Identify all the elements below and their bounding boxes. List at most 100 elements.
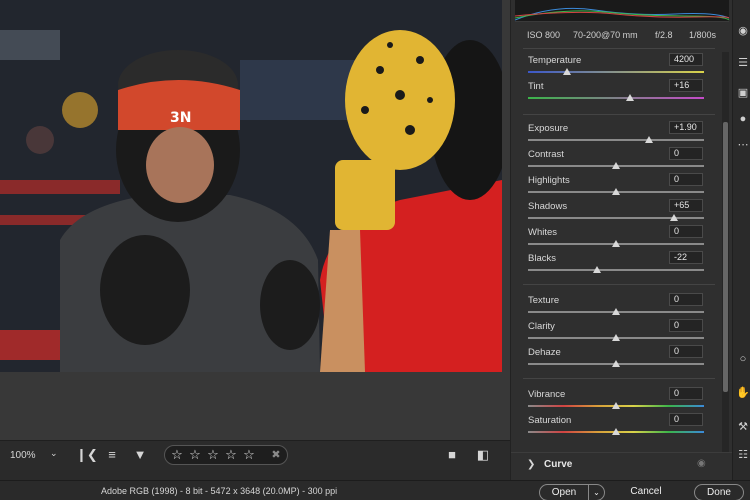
slider-thumb[interactable]: [612, 360, 620, 367]
slider-track[interactable]: [528, 266, 704, 273]
star-icon[interactable]: ☆: [187, 447, 203, 463]
slider-value-input[interactable]: 0: [669, 147, 703, 160]
chevron-right-icon: ❯: [527, 459, 536, 470]
slider-value-input[interactable]: 0: [669, 225, 703, 238]
slider-track[interactable]: [528, 428, 704, 435]
single-view-icon[interactable]: ■: [443, 446, 461, 464]
slider-label: Exposure: [528, 123, 569, 134]
slider-thumb[interactable]: [645, 136, 654, 143]
shutter-value: 1/800s: [689, 30, 717, 40]
list-icon[interactable]: ☰: [736, 56, 750, 70]
slider-thumb[interactable]: [612, 334, 620, 341]
slider-texture[interactable]: Texture 0: [511, 292, 721, 318]
star-icon[interactable]: ☆: [205, 447, 221, 463]
slider-thumb[interactable]: [562, 68, 571, 75]
slider-thumb[interactable]: [612, 162, 620, 169]
slider-track[interactable]: [528, 94, 704, 101]
svg-text:3N: 3N: [170, 110, 191, 126]
slider-value-input[interactable]: 0: [669, 173, 703, 186]
slider-vibrance[interactable]: Vibrance 0: [511, 386, 721, 412]
more-icon[interactable]: ⋯: [736, 138, 750, 152]
slider-whites[interactable]: Whites 0: [511, 224, 721, 250]
slider-label: Highlights: [528, 175, 570, 186]
slider-label: Blacks: [528, 253, 556, 264]
divider: [523, 48, 715, 49]
filmstrip-icon[interactable]: ❙❮: [76, 446, 98, 464]
slider-track[interactable]: [528, 240, 704, 247]
compare-view-icon[interactable]: ◧: [474, 446, 492, 464]
star-icon[interactable]: ☆: [223, 447, 239, 463]
slider-label: Saturation: [528, 415, 572, 426]
slider-track[interactable]: [528, 188, 704, 195]
slider-value-input[interactable]: +1.90: [669, 121, 703, 134]
star-icon[interactable]: ☆: [169, 447, 185, 463]
slider-track[interactable]: [528, 308, 704, 315]
slider-track[interactable]: [528, 136, 704, 143]
slider-value-input[interactable]: 0: [669, 413, 703, 426]
slider-thumb[interactable]: [626, 94, 635, 101]
slider-temperature[interactable]: Temperature 4200: [511, 52, 721, 78]
slider-value-input[interactable]: +16: [669, 79, 703, 92]
slider-value-input[interactable]: 0: [669, 293, 703, 306]
slider-track[interactable]: [528, 334, 704, 341]
image-icon[interactable]: ▣: [736, 86, 750, 100]
slider-saturation[interactable]: Saturation 0: [511, 412, 721, 438]
divider: [523, 114, 715, 115]
sort-icon[interactable]: ≡: [103, 446, 121, 464]
zoom-value: 100%: [10, 450, 36, 461]
tool-icon[interactable]: ⚒: [736, 420, 750, 434]
target-icon[interactable]: ◉: [736, 24, 750, 38]
curve-section-header[interactable]: ❯ Curve ◉: [511, 452, 733, 476]
curve-label: Curve: [544, 459, 573, 470]
slider-value-input[interactable]: -22: [669, 251, 703, 264]
slider-contrast[interactable]: Contrast 0: [511, 146, 721, 172]
filter-icon[interactable]: ▼: [131, 446, 149, 464]
star-icon[interactable]: ☆: [241, 447, 257, 463]
tool-strip: ◉ ☰ ▣ ● ⋯ ○ ✋ ⚒ ☷: [732, 0, 750, 480]
slider-track[interactable]: [528, 214, 704, 221]
slider-exposure[interactable]: Exposure +1.90: [511, 120, 721, 146]
slider-thumb[interactable]: [592, 266, 601, 273]
open-button[interactable]: Open: [539, 484, 589, 500]
slider-label: Dehaze: [528, 347, 561, 358]
slider-blacks[interactable]: Blacks -22: [511, 250, 721, 276]
slider-value-input[interactable]: 4200: [669, 53, 703, 66]
open-menu-button[interactable]: ⌄: [588, 484, 605, 500]
slider-label: Clarity: [528, 321, 555, 332]
scrollbar-thumb[interactable]: [723, 122, 728, 392]
slider-value-input[interactable]: 0: [669, 319, 703, 332]
preview-image[interactable]: 3N: [0, 0, 502, 372]
slider-clarity[interactable]: Clarity 0: [511, 318, 721, 344]
slider-thumb[interactable]: [612, 188, 620, 195]
histogram: [515, 0, 729, 22]
slider-value-input[interactable]: +65: [669, 199, 703, 212]
trash-icon[interactable]: ✖: [266, 448, 286, 462]
slider-track[interactable]: [528, 68, 704, 75]
slider-thumb[interactable]: [612, 308, 620, 315]
cancel-button[interactable]: Cancel: [621, 484, 671, 500]
zoom-select[interactable]: 100% ⌄: [4, 448, 60, 464]
slider-track[interactable]: [528, 402, 704, 409]
hand-icon[interactable]: ✋: [736, 386, 750, 400]
slider-shadows[interactable]: Shadows +65: [511, 198, 721, 224]
slider-value-input[interactable]: 0: [669, 387, 703, 400]
slider-dehaze[interactable]: Dehaze 0: [511, 344, 721, 370]
slider-thumb[interactable]: [670, 214, 679, 221]
slider-thumb[interactable]: [612, 428, 620, 435]
slider-thumb[interactable]: [612, 240, 620, 247]
workflow-options-link[interactable]: Adobe RGB (1998) - 8 bit - 5472 x 3648 (…: [101, 486, 337, 496]
slider-tint[interactable]: Tint +16: [511, 78, 721, 104]
ring-icon[interactable]: ○: [736, 352, 750, 366]
slider-thumb[interactable]: [612, 402, 620, 409]
slider-track[interactable]: [528, 162, 704, 169]
slider-label: Tint: [528, 81, 544, 92]
panel-scrollbar[interactable]: [722, 52, 729, 452]
slider-value-input[interactable]: 0: [669, 345, 703, 358]
done-button[interactable]: Done: [694, 484, 744, 500]
slider-track[interactable]: [528, 360, 704, 367]
chevron-down-icon: ⌄: [50, 448, 58, 458]
circle-icon[interactable]: ●: [736, 112, 750, 126]
slider-highlights[interactable]: Highlights 0: [511, 172, 721, 198]
grid-icon[interactable]: ☷: [736, 448, 750, 462]
eye-icon[interactable]: ◉: [697, 458, 706, 469]
